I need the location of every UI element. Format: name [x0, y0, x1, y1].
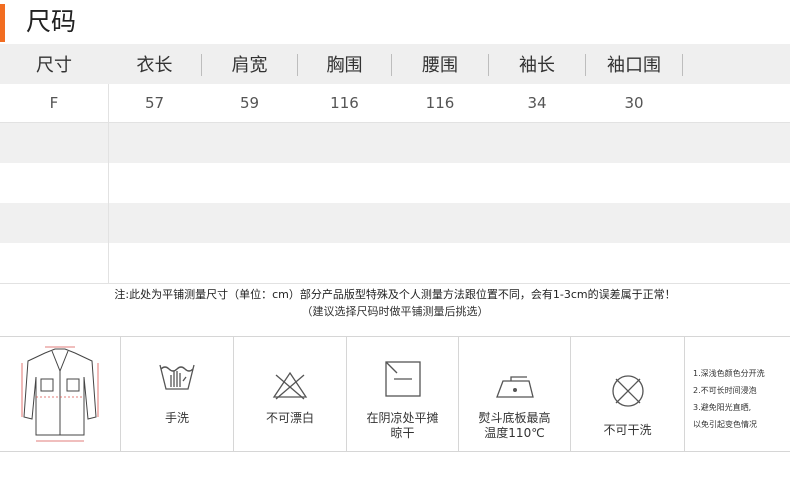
shirt-diagram-icon [21, 346, 99, 442]
no-bleach-icon [272, 371, 308, 400]
table-cell: F [49, 94, 59, 112]
header-cell-length: 衣长 [136, 55, 173, 76]
table-cell: 59 [239, 94, 260, 112]
table-row-empty [0, 203, 790, 243]
care-tips: 1.深浅色颜色分开洗 2.不可长时间浸泡 3.避免阳光直晒, 以免引起变色情况 [693, 365, 765, 433]
garment-diagram-cell [0, 337, 121, 451]
header-cell-chest: 胸围 [326, 55, 363, 76]
table-cell: 116 [330, 94, 359, 112]
header-cell-waist: 腰围 [422, 55, 458, 76]
row-divider [108, 203, 109, 243]
iron-low-icon [495, 376, 534, 398]
table-row-empty [0, 123, 790, 163]
table-header-row: 尺寸 衣长 肩宽 胸围 腰围 袖长 袖口围 [0, 44, 790, 84]
table-cell: 30 [624, 94, 644, 112]
page-title: 尺码 [26, 7, 77, 36]
care-tip: 3.避免阳光直晒, [693, 403, 752, 412]
hand-wash-icon [159, 364, 195, 390]
care-item-dry-flat: 在阴凉处平摊 晾干 [347, 337, 459, 451]
table-cell: 34 [527, 94, 547, 112]
header-cell-cuff: 袖口围 [607, 55, 661, 76]
table-row-empty [0, 243, 790, 284]
care-label: 熨斗底板最高 [478, 411, 551, 425]
care-tip: 以免引起变色情况 [693, 420, 757, 429]
no-dry-clean-icon [611, 375, 644, 407]
column-divider [682, 54, 683, 76]
care-tip: 2.不可长时间浸泡 [693, 386, 757, 395]
title-accent-bar [0, 4, 5, 42]
header-cell-sleeve: 袖长 [519, 55, 555, 76]
table-row-empty [0, 163, 790, 203]
table-cell: 57 [144, 94, 165, 112]
row-divider [108, 163, 109, 203]
row-divider [108, 123, 109, 163]
care-instructions: 手洗 不可漂白 在阴凉处平摊 晾干 熨斗底板最高 温度110℃ 不可干洗 1.深… [0, 336, 790, 452]
header-cell-size: 尺寸 [36, 55, 72, 76]
care-item-no-dry-clean: 不可干洗 [571, 337, 685, 451]
care-label-line2: 温度110℃ [484, 426, 545, 440]
care-label: 在阴凉处平摊 [366, 411, 439, 425]
header-cell-shoulder: 肩宽 [231, 55, 268, 76]
dry-flat-shade-icon [384, 361, 421, 397]
section-title-bar: 尺码 [0, 0, 790, 44]
table-row: F 57 59 116 116 34 30 [0, 84, 790, 123]
note-line-1: 注:此处为平铺测量尺寸（单位：cm）部分产品版型特殊及个人测量方法跟位置不同，会… [114, 288, 676, 301]
care-label: 不可漂白 [265, 411, 314, 425]
table-cell: 116 [425, 94, 455, 112]
care-tips-cell: 1.深浅色颜色分开洗 2.不可长时间浸泡 3.避免阳光直晒, 以免引起变色情况 [685, 337, 790, 451]
care-label-line2: 晾干 [390, 426, 415, 440]
measurement-note: 注:此处为平铺测量尺寸（单位：cm）部分产品版型特殊及个人测量方法跟位置不同，会… [0, 286, 790, 320]
care-label: 不可干洗 [603, 423, 652, 437]
care-item-iron: 熨斗底板最高 温度110℃ [459, 337, 571, 451]
care-item-no-bleach: 不可漂白 [234, 337, 347, 451]
care-tip: 1.深浅色颜色分开洗 [693, 369, 765, 378]
care-item-hand-wash: 手洗 [121, 337, 234, 451]
size-table: 尺寸 衣长 肩宽 胸围 腰围 袖长 袖口围 F 57 59 116 116 34… [0, 44, 790, 284]
row-divider [108, 243, 109, 283]
note-line-2: （建议选择尺码时做平铺测量后挑选） [301, 305, 489, 318]
care-label: 手洗 [164, 411, 189, 425]
